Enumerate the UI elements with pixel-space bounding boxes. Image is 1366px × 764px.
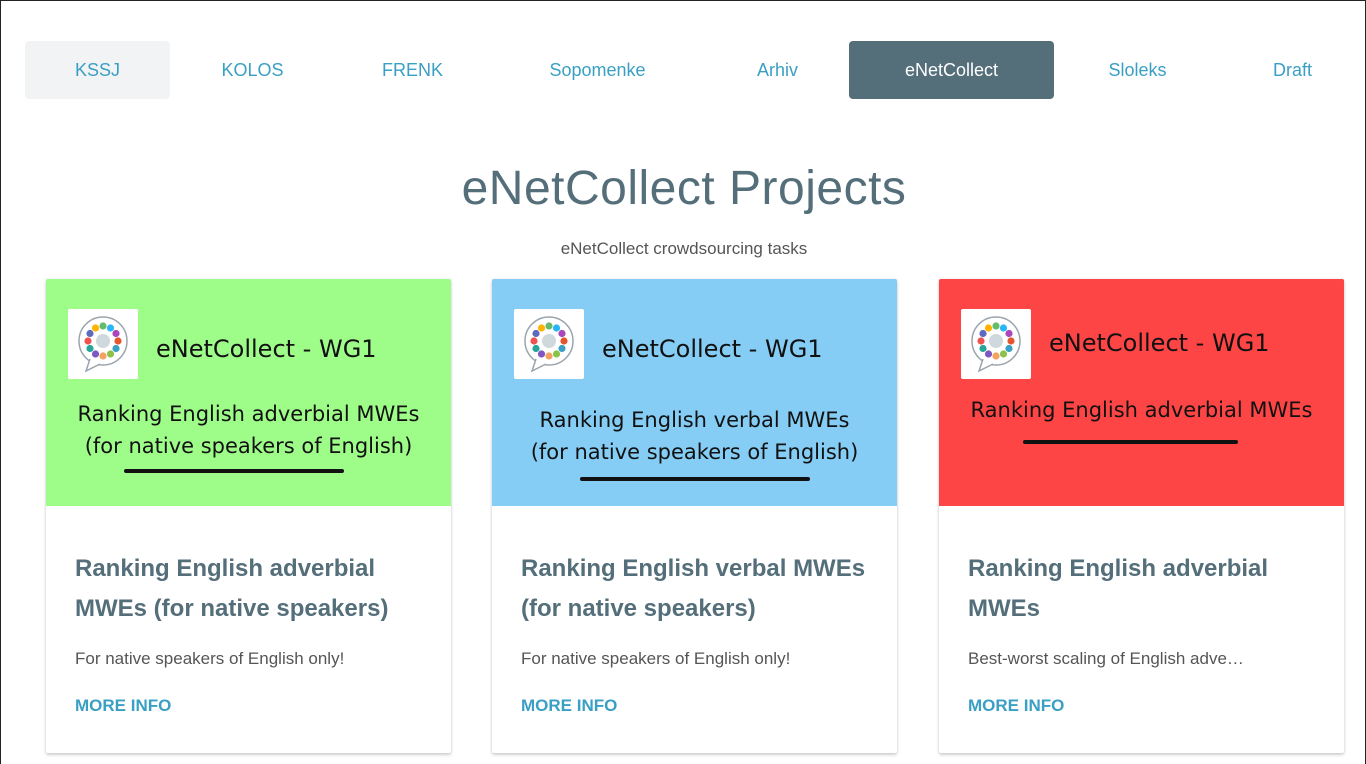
card-title[interactable]: Ranking English verbal MWEs (for native … (521, 549, 871, 629)
page-frame: KSSJ KOLOS FRENK Sopomenke Arhiv eNetCol… (0, 0, 1366, 764)
card-banner-image[interactable]: eNetCollect - WG1 Ranking English verbal… (492, 279, 897, 506)
banner-line-1: Ranking English adverbial MWEs (77, 402, 420, 426)
enetcollect-logo-icon (961, 309, 1031, 379)
page-subtitle: eNetCollect crowdsourcing tasks (560, 239, 808, 258)
banner-line-2: (for native speakers of English) (530, 440, 859, 464)
banner-underline (580, 477, 810, 481)
enetcollect-logo-icon (68, 309, 138, 379)
tab-kolos[interactable]: KOLOS (180, 41, 325, 99)
banner-underline (124, 469, 344, 473)
banner-underline (1023, 440, 1238, 444)
banner-line-1: Ranking English adverbial MWEs (970, 398, 1313, 422)
banner-wg-label: eNetCollect - WG1 (1049, 329, 1270, 357)
card-description: For native speakers of English only! (521, 649, 791, 668)
tab-sopomenke[interactable]: Sopomenke (520, 41, 675, 99)
card-title[interactable]: Ranking English adverbial MWEs (for nati… (75, 549, 425, 629)
banner-line-2: (for native speakers of English) (84, 434, 413, 458)
banner-line-1: Ranking English verbal MWEs (539, 408, 850, 432)
card-banner-image[interactable]: eNetCollect - WG1 Ranking English adverb… (939, 279, 1344, 506)
card-banner-image[interactable]: eNetCollect - WG1 Ranking English adverb… (46, 279, 451, 506)
more-info-link[interactable]: MORE INFO (968, 696, 1064, 716)
card-description: For native speakers of English only! (75, 649, 345, 668)
project-card: eNetCollect - WG1 Ranking English adverb… (46, 279, 451, 753)
tab-arhiv[interactable]: Arhiv (705, 41, 850, 99)
tab-frenk[interactable]: FRENK (340, 41, 485, 99)
project-card: eNetCollect - WG1 Ranking English adverb… (939, 279, 1344, 753)
enetcollect-logo-icon (514, 309, 584, 379)
tab-sloleks[interactable]: Sloleks (1065, 41, 1210, 99)
card-title[interactable]: Ranking English adverbial MWEs (968, 549, 1318, 629)
page-title: eNetCollect Projects (461, 162, 907, 215)
banner-wg-label: eNetCollect - WG1 (156, 335, 377, 363)
project-card: eNetCollect - WG1 Ranking English verbal… (492, 279, 897, 753)
more-info-link[interactable]: MORE INFO (521, 696, 617, 716)
tab-draft[interactable]: Draft (1220, 41, 1365, 99)
tab-kssj[interactable]: KSSJ (25, 41, 170, 99)
more-info-link[interactable]: MORE INFO (75, 696, 171, 716)
tab-enetcollect[interactable]: eNetCollect (849, 41, 1054, 99)
card-description: Best-worst scaling of English adve… (968, 649, 1244, 668)
banner-wg-label: eNetCollect - WG1 (602, 335, 823, 363)
